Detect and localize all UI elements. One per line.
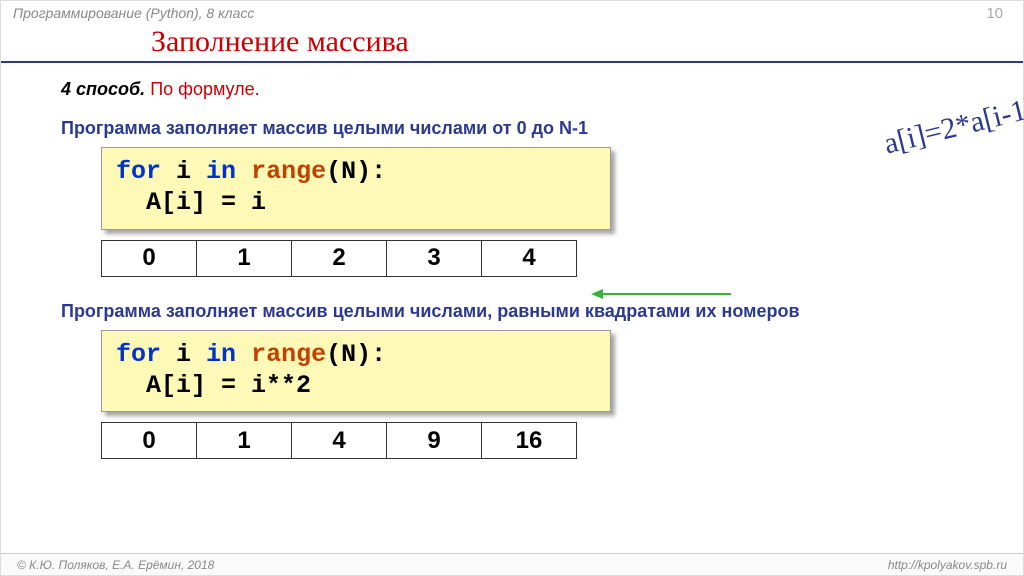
block1-array: 0 1 2 3 4 bbox=[101, 240, 577, 277]
block1-code: for i in range(N): A[i] = i bbox=[101, 147, 611, 230]
slide: Программирование (Python), 8 класс 10 За… bbox=[0, 0, 1024, 576]
title-rule bbox=[1, 61, 1023, 63]
kw-in: in bbox=[206, 157, 236, 186]
array-cell: 16 bbox=[482, 423, 577, 459]
kw-in: in bbox=[206, 340, 236, 369]
block2-code: for i in range(N): A[i] = i**2 bbox=[101, 330, 611, 413]
code-text: i bbox=[161, 157, 206, 186]
array-cell: 2 bbox=[292, 240, 387, 276]
code-text bbox=[236, 340, 251, 369]
code-text: (N): bbox=[326, 157, 386, 186]
method-text: По формуле. bbox=[150, 79, 259, 99]
block2-array: 0 1 4 9 16 bbox=[101, 422, 577, 459]
arrow-line-icon bbox=[601, 293, 731, 295]
array-cell: 1 bbox=[197, 240, 292, 276]
footer-left: © К.Ю. Поляков, Е.А. Ерёмин, 2018 bbox=[17, 558, 214, 572]
block1-desc: Программа заполняет массив целыми числам… bbox=[61, 118, 993, 139]
fn-range: range bbox=[251, 157, 326, 186]
code-text bbox=[236, 157, 251, 186]
code-text: (N): bbox=[326, 340, 386, 369]
fn-range: range bbox=[251, 340, 326, 369]
array-cell: 3 bbox=[387, 240, 482, 276]
array-cell: 4 bbox=[482, 240, 577, 276]
method-label: 4 способ bbox=[61, 79, 140, 99]
array-cell: 0 bbox=[102, 240, 197, 276]
doc-header: Программирование (Python), 8 класс bbox=[13, 5, 254, 21]
method-line: 4 способ. По формуле. bbox=[61, 79, 993, 100]
code-text: A[i] = i**2 bbox=[116, 371, 311, 400]
slide-title: Заполнение массива bbox=[151, 25, 409, 59]
code-text: i bbox=[161, 340, 206, 369]
block2: Программа заполняет массив целыми числам… bbox=[61, 301, 993, 460]
array-cell: 4 bbox=[292, 423, 387, 459]
method-dot: . bbox=[140, 79, 150, 99]
kw-for: for bbox=[116, 157, 161, 186]
content: 4 способ. По формуле. Программа заполняе… bbox=[61, 79, 993, 459]
footer: © К.Ю. Поляков, Е.А. Ерёмин, 2018 http:/… bbox=[1, 553, 1023, 575]
code-text: A[i] = i bbox=[116, 188, 266, 217]
page-number: 10 bbox=[986, 5, 1003, 22]
footer-right: http://kpolyakov.spb.ru bbox=[888, 558, 1007, 572]
array-cell: 1 bbox=[197, 423, 292, 459]
arrow-left-icon bbox=[591, 289, 603, 299]
block2-desc: Программа заполняет массив целыми числам… bbox=[61, 301, 993, 322]
array-cell: 9 bbox=[387, 423, 482, 459]
array-cell: 0 bbox=[102, 423, 197, 459]
kw-for: for bbox=[116, 340, 161, 369]
